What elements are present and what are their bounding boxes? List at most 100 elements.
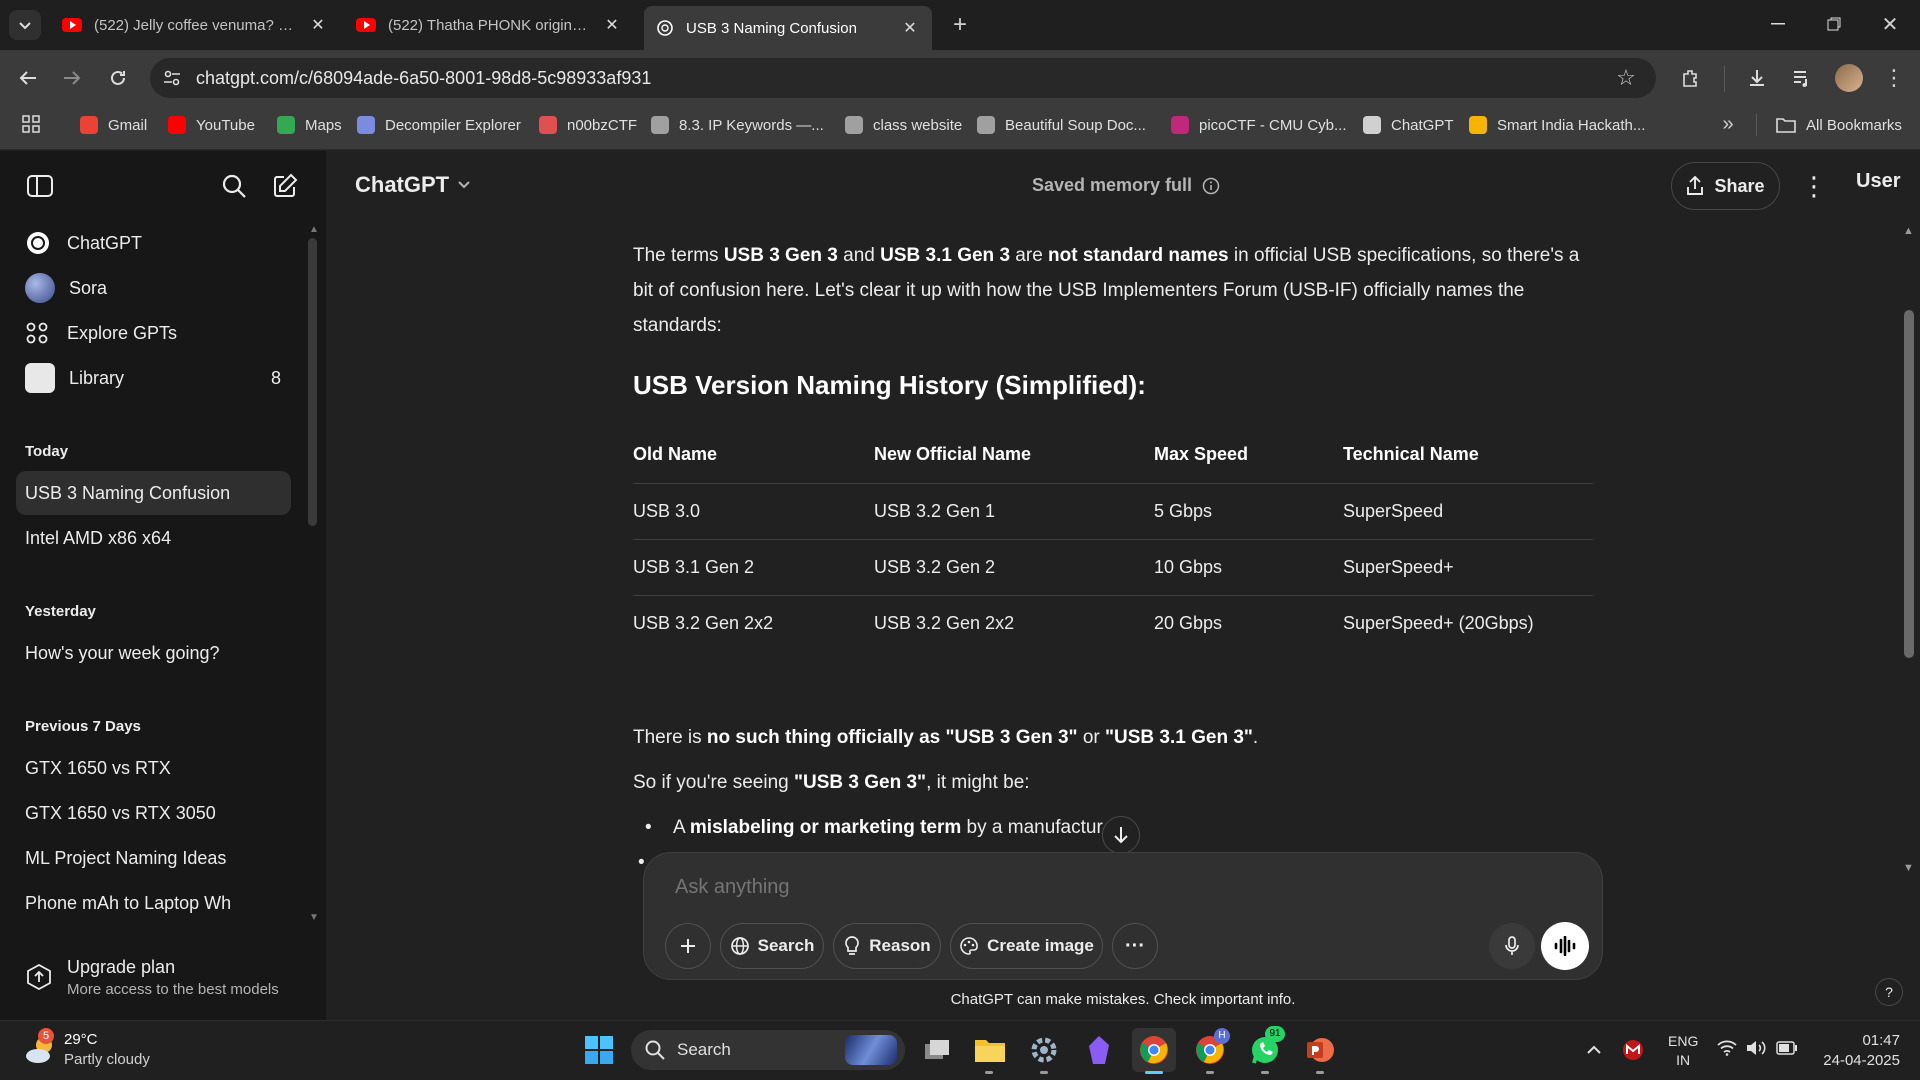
reload-button[interactable] (102, 62, 134, 94)
apps-icon[interactable] (22, 115, 40, 133)
battery-icon[interactable] (1776, 1041, 1798, 1055)
tab-thatha-phonk[interactable]: (522) Thatha PHONK original fo ✕ (344, 8, 634, 42)
wifi-icon[interactable] (1717, 1040, 1737, 1056)
obsidian-button[interactable] (1077, 1028, 1121, 1072)
history-item[interactable]: ML Project Naming Ideas (16, 836, 291, 880)
chrome-button[interactable] (1132, 1028, 1176, 1072)
tab-usb-naming[interactable]: USB 3 Naming Confusion ✕ (644, 6, 932, 50)
conversation-options-button[interactable]: ⋮ (1798, 170, 1830, 202)
history-item[interactable]: Phone mAh to Laptop Wh (16, 881, 291, 925)
tab-title: (522) Thatha PHONK original fo (388, 16, 594, 34)
history-item[interactable]: GTX 1650 vs RTX 3050 (16, 791, 291, 835)
search-chats-button[interactable] (218, 170, 250, 202)
file-explorer-button[interactable] (968, 1028, 1012, 1072)
upgrade-plan-button[interactable]: Upgrade plan More access to the best mod… (16, 948, 306, 1006)
close-icon[interactable]: ✕ (308, 15, 328, 35)
sidebar-item-explore-gpts[interactable]: Explore GPTs (16, 311, 291, 355)
media-controls-button[interactable] (1786, 62, 1818, 94)
task-view-button[interactable] (915, 1028, 959, 1072)
bookmark-label: YouTube (196, 116, 255, 134)
bookmark-maps[interactable]: Maps (277, 112, 342, 138)
sidebar-item-library[interactable]: Library 8 (16, 356, 291, 400)
sidebar-icon (27, 175, 53, 197)
help-button[interactable]: ? (1875, 978, 1903, 1006)
more-tools-button[interactable]: ··· (1112, 923, 1158, 969)
history-item[interactable]: GTX 1650 vs RTX (16, 746, 291, 790)
history-item[interactable]: USB 3 Naming Confusion (16, 471, 291, 515)
minimize-button[interactable] (1762, 8, 1794, 40)
bookmark-smart-india-hackath[interactable]: Smart India Hackath... (1469, 112, 1645, 138)
new-chat-button[interactable] (269, 170, 301, 202)
clock-date: 24-04-2025 (1823, 1052, 1900, 1069)
bookmark-picoctf-cmu-cyb[interactable]: picoCTF - CMU Cyb... (1171, 112, 1347, 138)
close-icon[interactable]: ✕ (900, 18, 920, 38)
taskbar-search[interactable]: Search (631, 1030, 905, 1070)
bookmark-gmail[interactable]: Gmail (80, 112, 147, 138)
reason-tool-button[interactable]: Reason (833, 923, 941, 969)
history-item[interactable]: How's your week going? (16, 631, 291, 675)
window-close-button[interactable]: ✕ (1874, 8, 1906, 40)
tab-search-button[interactable] (9, 10, 41, 40)
tray-app-button[interactable] (1611, 1028, 1655, 1072)
dictate-button[interactable] (1489, 923, 1535, 969)
memory-status[interactable]: Saved memory full (1032, 175, 1220, 196)
table-cell: USB 3.2 Gen 2 (874, 538, 1154, 595)
bookmark-8-3-ip-keywords[interactable]: 8.3. IP Keywords —... (651, 112, 824, 138)
back-button[interactable] (12, 62, 44, 94)
user-avatar-button[interactable]: User (1856, 170, 1900, 193)
more-bookmarks-button[interactable]: » (1712, 108, 1744, 140)
toggle-sidebar-button[interactable] (24, 170, 56, 202)
sidebar-item-chatgpt[interactable]: ChatGPT (16, 221, 291, 265)
scroll-to-bottom-button[interactable] (1102, 816, 1140, 854)
sidebar-item-sora[interactable]: Sora (16, 266, 291, 310)
show-hidden-icons-button[interactable] (1572, 1028, 1616, 1072)
bookmark-decompiler-explorer[interactable]: Decompiler Explorer (357, 112, 521, 138)
create-image-button[interactable]: Create image (950, 923, 1103, 969)
scroll-up-arrow-icon[interactable]: ▲ (1903, 225, 1914, 237)
search-tool-button[interactable]: Search (720, 923, 824, 969)
powerpoint-button[interactable] (1298, 1028, 1342, 1072)
volume-icon[interactable] (1746, 1040, 1768, 1056)
language-indicator[interactable]: ENG IN (1668, 1032, 1698, 1070)
bookmark-label: picoCTF - CMU Cyb... (1199, 116, 1347, 134)
new-tab-button[interactable]: + (944, 9, 976, 41)
close-icon[interactable]: ✕ (602, 15, 622, 35)
main-scrollbar[interactable] (1904, 310, 1914, 658)
share-button[interactable]: Share (1671, 162, 1780, 210)
site-info-icon[interactable] (163, 69, 181, 87)
model-selector[interactable]: ChatGPT (355, 172, 471, 198)
prompt-input[interactable] (675, 870, 1555, 904)
settings-button[interactable] (1022, 1028, 1066, 1072)
downloads-button[interactable] (1741, 62, 1773, 94)
profile-avatar[interactable] (1835, 64, 1863, 92)
restore-button[interactable] (1818, 8, 1850, 40)
bookmark-youtube[interactable]: YouTube (168, 112, 255, 138)
extensions-button[interactable] (1675, 62, 1707, 94)
bookmark-beautiful-soup-doc[interactable]: Beautiful Soup Doc... (977, 112, 1146, 138)
globe-icon (845, 116, 863, 134)
sora-icon (25, 273, 55, 303)
bookmark-class-website[interactable]: class website (845, 112, 962, 138)
clock[interactable]: 01:47 24-04-2025 (1810, 1031, 1900, 1071)
scroll-down-arrow-icon[interactable]: ▼ (309, 912, 319, 923)
attach-button[interactable] (665, 923, 711, 969)
forward-button[interactable] (56, 62, 88, 94)
weather-widget[interactable]: 5 (22, 1028, 60, 1068)
all-bookmarks-button[interactable]: All Bookmarks (1776, 112, 1902, 138)
history-item[interactable]: Intel AMD x86 x64 (16, 516, 291, 560)
voice-mode-button[interactable] (1541, 922, 1589, 970)
tab-jelly-coffee[interactable]: (522) Jelly coffee venuma? ❤️🤘 ✕ (50, 8, 340, 42)
chrome-profile-button[interactable]: H (1188, 1028, 1232, 1072)
bookmark-chatgpt[interactable]: ChatGPT (1363, 112, 1454, 138)
download-icon (1750, 70, 1764, 86)
url-text[interactable]: chatgpt.com/c/68094ade-6a50-8001-98d8-5c… (196, 68, 651, 89)
bookmark-n00bzctf[interactable]: n00bzCTF (539, 112, 637, 138)
browser-menu-button[interactable]: ⋮ (1878, 62, 1910, 94)
scroll-down-arrow-icon[interactable]: ▼ (1903, 862, 1914, 874)
scroll-up-arrow-icon[interactable]: ▲ (309, 224, 319, 235)
sidebar-scrollbar[interactable] (308, 238, 317, 526)
whatsapp-button[interactable]: 91 (1243, 1026, 1287, 1072)
bookmark-star-button[interactable]: ☆ (1610, 62, 1642, 94)
start-button[interactable] (577, 1028, 621, 1072)
doc-icon (977, 116, 995, 134)
